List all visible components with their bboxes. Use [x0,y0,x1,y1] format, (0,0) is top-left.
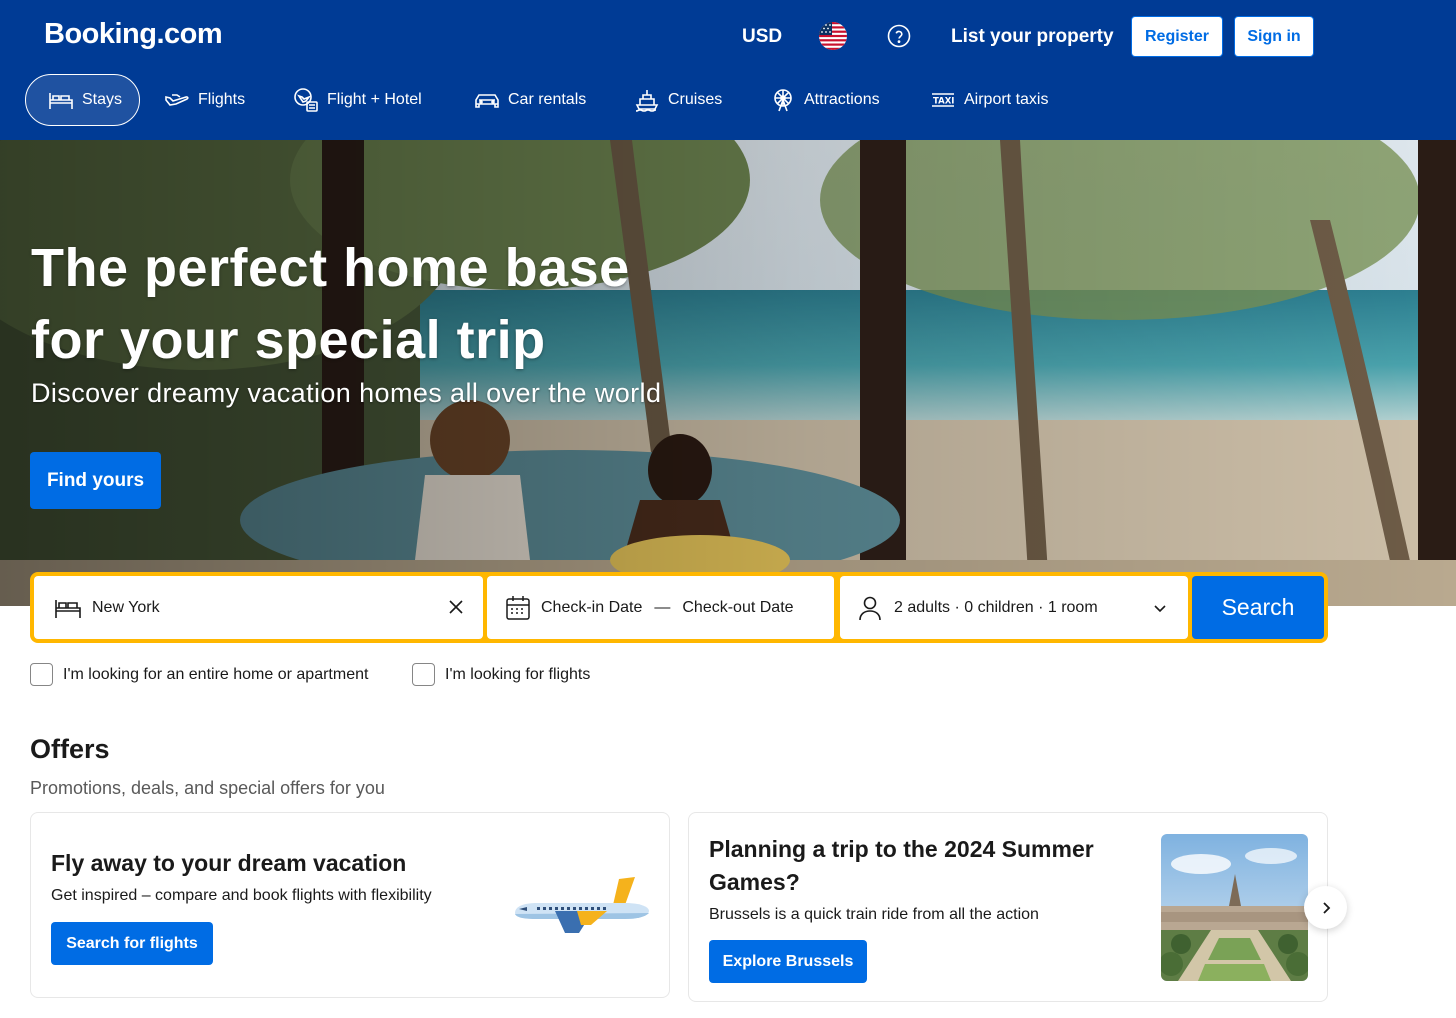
top-header: Booking.com USD List your property Regis… [0,0,1456,140]
offer-card-title: Planning a trip to the 2024 Summer Games… [709,833,1149,899]
find-yours-button[interactable]: Find yours [30,452,161,509]
tab-flights-label: Flights [198,91,246,108]
chevron-right-icon [1322,901,1330,914]
offers-subheading: Promotions, deals, and special offers fo… [30,778,385,798]
ferris-wheel-icon [774,89,792,112]
tab-car-rentals[interactable]: Car rentals [474,74,586,126]
tab-flight-hotel[interactable]: Flight + Hotel [293,74,422,126]
car-icon [475,94,499,108]
bed-icon [49,93,73,109]
bed-icon [55,599,81,618]
search-for-flights-button[interactable]: Search for flights [51,922,213,965]
date-separator: — [654,598,671,616]
destination-input[interactable]: New York [92,599,160,617]
chevron-down-icon[interactable] [1152,600,1168,616]
ship-icon [635,90,659,112]
tab-flights[interactable]: Flights [164,74,245,126]
tab-cruises-label: Cruises [668,91,723,108]
tab-airport-taxis[interactable]: TAXI Airport taxis [930,74,1048,126]
tab-attractions[interactable]: Attractions [770,74,880,126]
taxi-icon: TAXI [932,93,954,107]
offer-card-text: Brussels is a quick train ride from all … [709,906,1039,923]
calendar-icon [506,595,530,620]
sign-in-button[interactable]: Sign in [1234,16,1314,57]
checkin-date[interactable]: Check-in Date [541,599,642,617]
guests-field[interactable]: 2 adults · 0 children · 1 room [840,576,1188,639]
search-bar: New York Check-in Date — Check-out Date … [30,572,1328,643]
entire-home-label: I'm looking for an entire home or apartm… [63,665,369,683]
tab-flight-hotel-label: Flight + Hotel [327,91,422,108]
entire-home-checkbox[interactable]: I'm looking for an entire home or apartm… [30,663,368,686]
hero-subtitle: Discover dreamy vacation homes all over … [31,378,662,408]
destination-field[interactable]: New York [34,576,483,639]
list-your-property-link[interactable]: List your property [951,26,1114,48]
offers-heading: Offers [30,734,110,764]
help-icon[interactable] [887,24,911,48]
offer-card-title-line2: Games? [709,869,800,895]
checkbox-box[interactable] [30,663,53,686]
person-icon [859,596,881,620]
offer-card-title: Fly away to your dream vacation [51,850,407,876]
flight-hotel-icon [294,88,318,112]
checkbox-box[interactable] [412,663,435,686]
airplane-illustration-icon [515,877,649,933]
clear-icon[interactable] [447,598,465,616]
explore-brussels-button[interactable]: Explore Brussels [709,940,867,983]
tab-attractions-label: Attractions [804,91,880,108]
tab-cruises[interactable]: Cruises [634,74,722,126]
plane-icon [165,94,189,106]
hero-title-line2: for your special trip [31,310,546,370]
tab-stays-label: Stays [82,91,123,108]
language-flag-icon[interactable] [819,22,847,50]
tab-car-rentals-label: Car rentals [508,91,587,108]
flights-checkbox[interactable]: I'm looking for flights [412,663,590,686]
register-button[interactable]: Register [1131,16,1223,57]
offer-card-flights[interactable]: Fly away to your dream vacation Get insp… [30,812,670,998]
offer-card-text: Get inspired – compare and book flights … [51,887,432,904]
tab-stays[interactable]: Stays [25,74,140,126]
flights-label: I'm looking for flights [445,665,591,683]
tab-airport-taxis-label: Airport taxis [964,91,1049,108]
carousel-next-button[interactable] [1304,886,1347,929]
search-button[interactable]: Search [1192,576,1324,639]
guests-summary: 2 adults · 0 children · 1 room [894,598,1098,616]
hero-banner: The perfect home base for your special t… [0,140,1456,606]
checkout-date[interactable]: Check-out Date [682,599,793,617]
offer-card-brussels[interactable]: Planning a trip to the 2024 Summer Games… [688,812,1328,1002]
booking-logo[interactable]: Booking.com [44,18,223,51]
dates-field[interactable]: Check-in Date — Check-out Date [487,576,834,639]
hero-title-line1: The perfect home base [31,238,630,298]
svg-text:TAXI: TAXI [933,97,954,107]
currency-selector[interactable]: USD [742,26,782,48]
brussels-photo [1161,834,1308,981]
offer-card-title-line1: Planning a trip to the 2024 Summer [709,836,1094,862]
hero-title: The perfect home base for your special t… [31,232,751,376]
